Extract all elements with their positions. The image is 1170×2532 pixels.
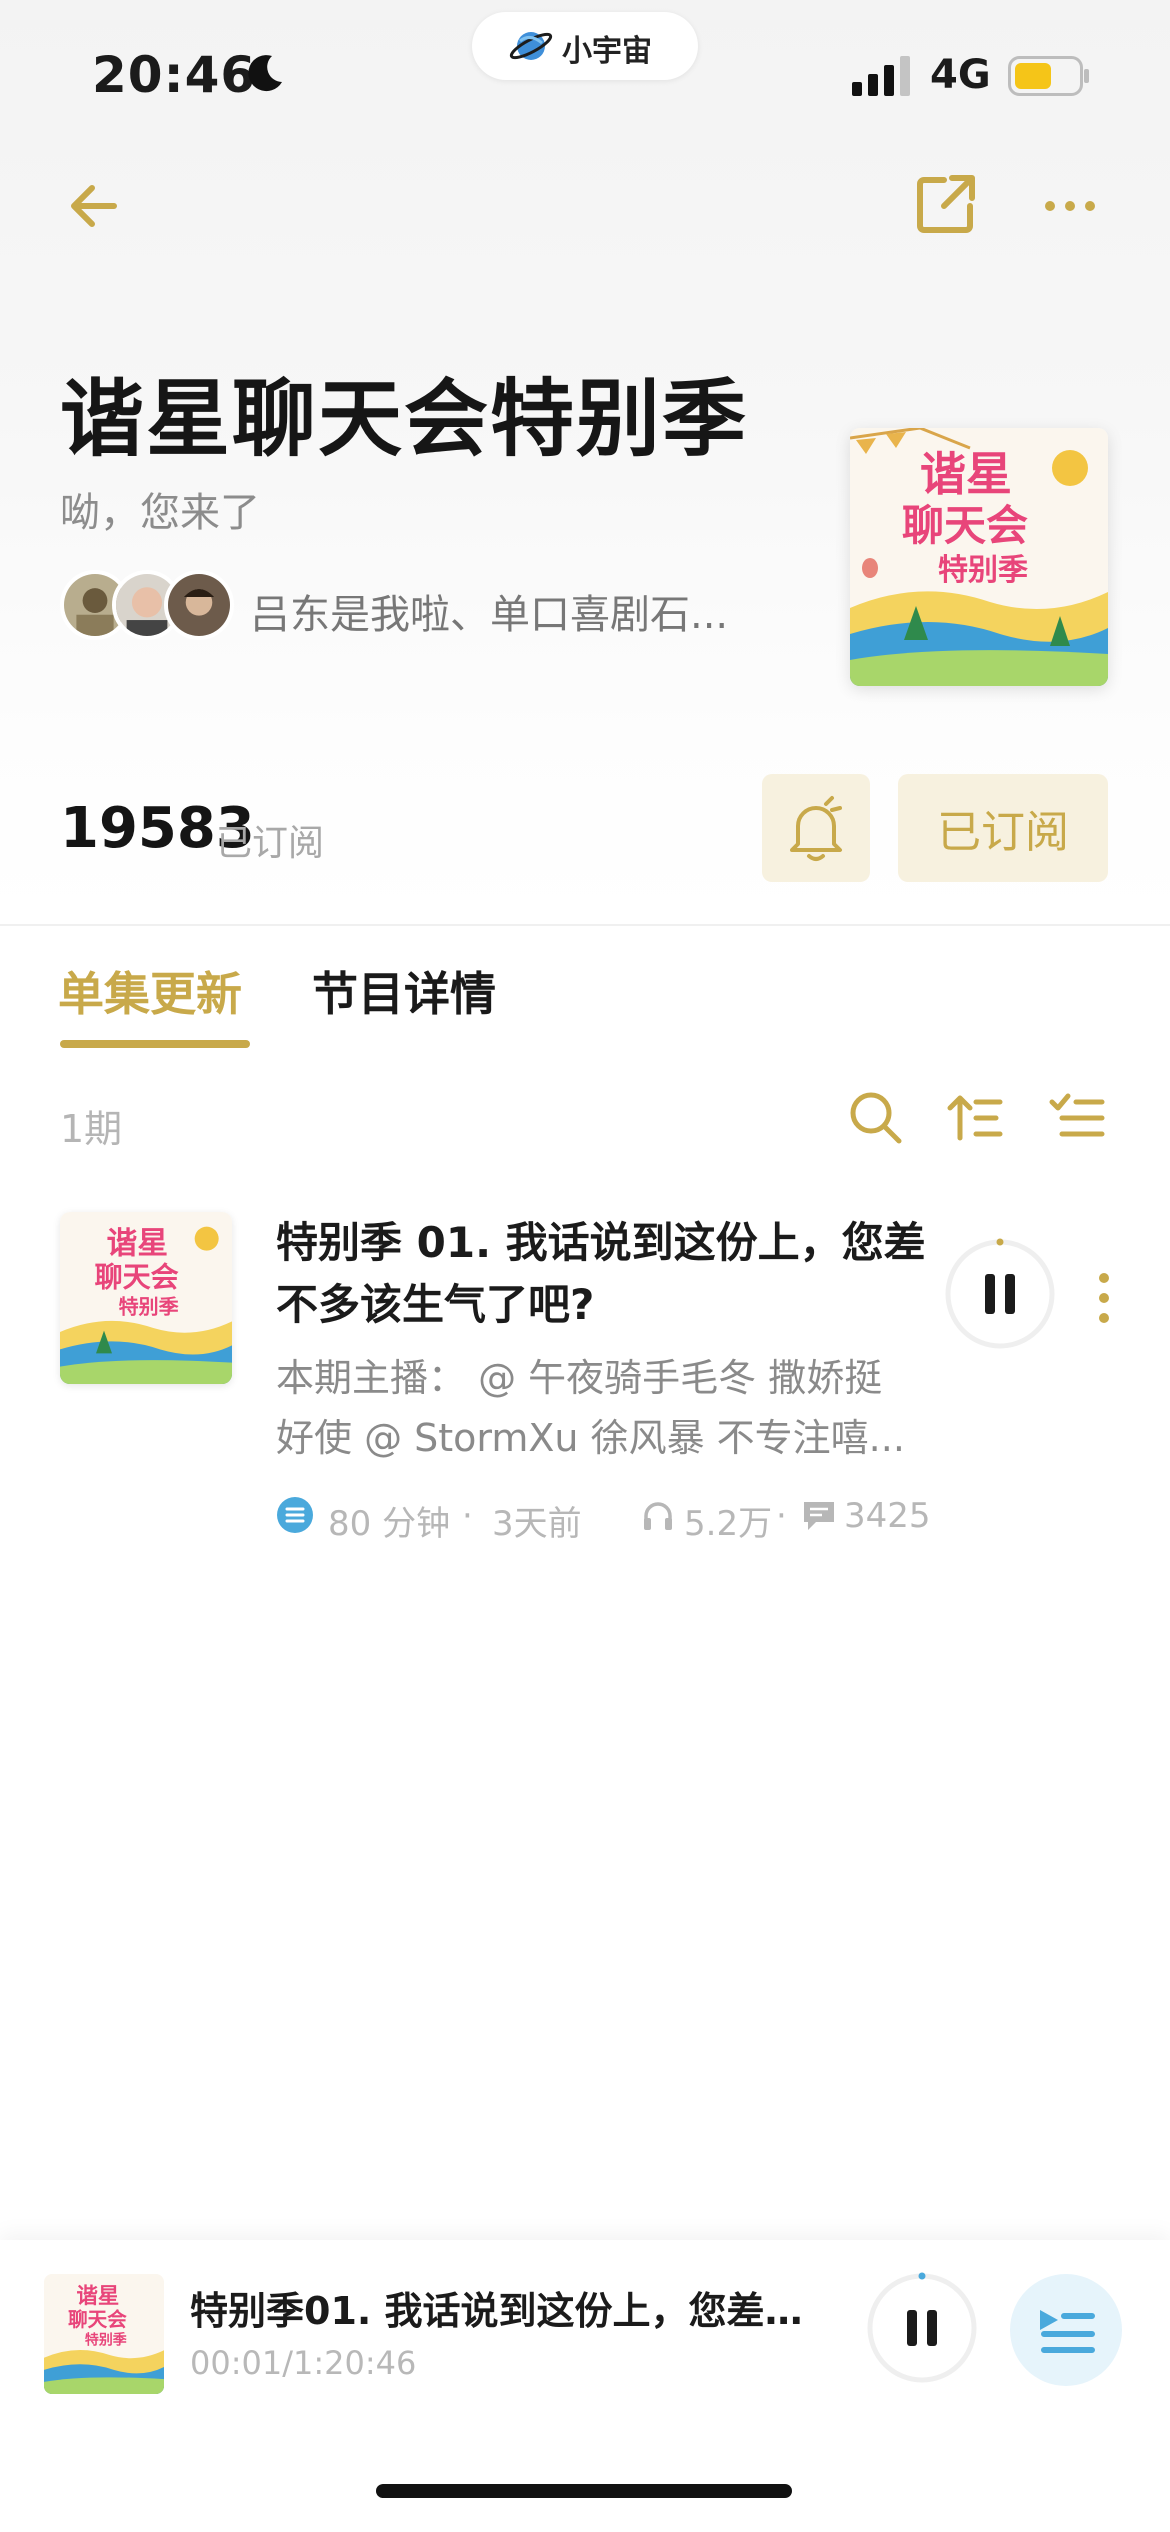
episode-published: 3天前 bbox=[492, 1504, 582, 1544]
playlist-button[interactable] bbox=[1010, 2274, 1122, 2386]
search-icon[interactable] bbox=[846, 1088, 904, 1146]
moon-icon bbox=[248, 55, 282, 92]
podcast-cover: 谐星 聊天会 特别季 bbox=[850, 428, 1108, 686]
comment-icon bbox=[804, 1502, 834, 1530]
hosts-text: 吕东是我啦、单口喜剧石... bbox=[250, 592, 729, 638]
sort-order-icon[interactable] bbox=[946, 1088, 1004, 1146]
cover-text-2: 聊天会 bbox=[95, 1261, 179, 1294]
app-island-label: 小宇宙 bbox=[562, 34, 652, 69]
battery-icon bbox=[1008, 56, 1089, 96]
cover-text-1: 谐星 bbox=[920, 447, 1012, 501]
batch-select-icon[interactable] bbox=[1048, 1088, 1106, 1146]
episode-thumbnail[interactable]: 谐星 聊天会 特别季 bbox=[60, 1212, 232, 1384]
episode-pause-button[interactable] bbox=[944, 1238, 1056, 1350]
episode-meta: 80 分钟 · 3天前 5.2万 · 3425 bbox=[276, 1490, 956, 1544]
mini-cover-art: 谐星 聊天会 特别季 bbox=[44, 2274, 164, 2394]
mini-player-thumbnail: 谐星 聊天会 特别季 bbox=[44, 2274, 164, 2394]
back-arrow-icon[interactable] bbox=[64, 176, 124, 236]
cover-text-2: 聊天会 bbox=[68, 2308, 127, 2331]
podcast-title: 谐星聊天会特别季 bbox=[60, 370, 749, 468]
cellular-signal-icon bbox=[852, 56, 910, 96]
episode-comments: 3425 bbox=[844, 1496, 931, 1536]
more-dots-icon[interactable] bbox=[1040, 176, 1100, 236]
episode-count: 1期 bbox=[60, 1107, 123, 1151]
planet-logo-icon bbox=[509, 32, 553, 60]
meta-dot: · bbox=[462, 1496, 473, 1536]
subscribed-button[interactable]: 已订阅 bbox=[898, 774, 1108, 882]
cover-text-1: 谐星 bbox=[77, 2284, 120, 2309]
playlist-icon bbox=[1040, 2310, 1095, 2353]
notify-bell-button[interactable] bbox=[762, 774, 870, 882]
cover-text-3: 特别季 bbox=[85, 2332, 127, 2349]
cover-text-2: 聊天会 bbox=[902, 501, 1028, 550]
transcript-icon bbox=[277, 1497, 313, 1533]
home-indicator bbox=[376, 2484, 792, 2498]
hosts-row[interactable]: 吕东是我啦、单口喜剧石... bbox=[60, 570, 780, 642]
cover-art: 谐星 聊天会 特别季 bbox=[850, 428, 1108, 686]
app-island-badge[interactable]: 小宇宙 bbox=[472, 12, 698, 80]
mini-player-pause-button[interactable] bbox=[866, 2272, 978, 2384]
episode-duration: 80 分钟 bbox=[328, 1504, 451, 1544]
bell-icon bbox=[790, 796, 842, 861]
share-out-icon[interactable] bbox=[914, 172, 978, 236]
cover-text-3: 特别季 bbox=[938, 553, 1028, 588]
tab-episodes[interactable]: 单集更新 bbox=[58, 958, 242, 1024]
episode-plays: 5.2万 bbox=[684, 1504, 773, 1544]
episode-description: 本期主播： @ 午夜骑手毛冬 撒娇挺好使 @ StormXu 徐风暴 不专注嘻.… bbox=[276, 1356, 905, 1460]
headphones-icon bbox=[644, 1502, 672, 1530]
cover-text-3: 特别季 bbox=[119, 1294, 179, 1318]
tab-details[interactable]: 节目详情 bbox=[312, 958, 496, 1024]
status-time: 20:46 bbox=[92, 46, 257, 104]
active-tab-indicator bbox=[60, 1040, 250, 1048]
episode-title[interactable]: 特别季 01. 我话说到这份上，您差不多该生气了吧? bbox=[276, 1212, 926, 1336]
host-avatar bbox=[164, 570, 234, 640]
meta-dot: · bbox=[776, 1496, 787, 1536]
subscriber-label: 已订阅 bbox=[216, 823, 325, 864]
network-type: 4G bbox=[930, 52, 991, 98]
episode-cover-art: 谐星 聊天会 特别季 bbox=[60, 1212, 232, 1384]
cover-text-1: 谐星 bbox=[107, 1226, 168, 1261]
episode-more-icon[interactable] bbox=[1092, 1270, 1116, 1326]
section-divider bbox=[0, 924, 1170, 926]
mini-player-time: 00:01/1:20:46 bbox=[190, 2344, 417, 2382]
mini-player-title[interactable]: 特别季01. 我话说到这份上，您差不多... bbox=[190, 2280, 840, 2335]
podcast-subtitle: 呦，您来了 bbox=[60, 490, 260, 536]
